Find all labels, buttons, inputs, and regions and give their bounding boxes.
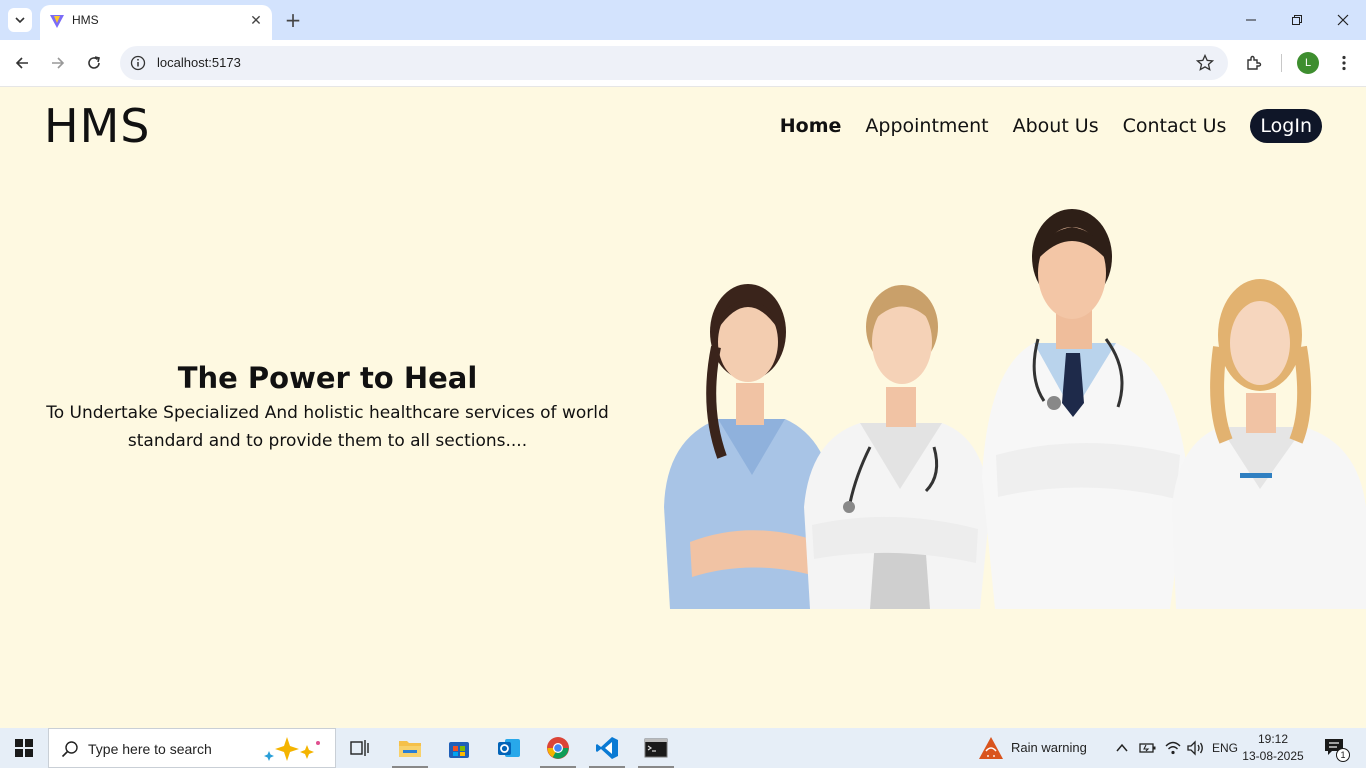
- blonde-doctor-figure: [1172, 279, 1366, 609]
- outlook-icon: [498, 739, 520, 757]
- taskbar-clock[interactable]: 19:12 13-08-2025: [1240, 731, 1306, 765]
- arrow-left-icon: [15, 57, 28, 69]
- restore-button[interactable]: [1274, 6, 1320, 34]
- taskbar-terminal[interactable]: [634, 728, 678, 768]
- taskbar-vscode[interactable]: [585, 728, 629, 768]
- url-text[interactable]: localhost:5173: [157, 55, 241, 70]
- taskbar-search-input[interactable]: Type here to search: [48, 728, 336, 768]
- site-info-icon[interactable]: [130, 55, 146, 71]
- bookmark-star-icon[interactable]: [1196, 54, 1214, 72]
- taskbar-store[interactable]: [437, 728, 481, 768]
- restore-icon: [1292, 15, 1302, 25]
- more-vert-icon: [1342, 55, 1346, 71]
- browser-toolbar: localhost:5173 L: [0, 40, 1366, 87]
- battery-icon[interactable]: [1139, 741, 1157, 755]
- toolbar-divider: [1281, 54, 1282, 72]
- reload-icon: [88, 56, 100, 69]
- extensions-button[interactable]: [1243, 52, 1265, 74]
- browser-tab-hms[interactable]: HMS ✕: [40, 5, 272, 40]
- taskbar-file-explorer[interactable]: [388, 728, 432, 768]
- nav-about-link[interactable]: About Us: [1013, 115, 1099, 137]
- clock-time: 19:12: [1257, 732, 1289, 746]
- windows-logo-icon: [15, 739, 33, 757]
- nav-appointment-link[interactable]: Appointment: [865, 115, 988, 137]
- male-doctor-figure: [982, 209, 1188, 609]
- minimize-icon: [1246, 19, 1256, 21]
- wifi-icon[interactable]: [1164, 740, 1182, 756]
- taskbar-chrome[interactable]: [536, 728, 580, 768]
- page-body: HMS Home Appointment About Us Contact Us…: [0, 87, 1366, 728]
- login-button[interactable]: LogIn: [1250, 109, 1322, 143]
- browser-tabstrip: HMS ✕ +: [0, 0, 1366, 40]
- search-placeholder: Type here to search: [88, 741, 212, 757]
- notification-badge: 1: [1336, 748, 1350, 762]
- folder-icon: [399, 741, 421, 757]
- language-indicator[interactable]: ENG: [1212, 741, 1238, 755]
- tab-close-icon[interactable]: ✕: [248, 13, 264, 29]
- taskbar-outlook[interactable]: [487, 728, 531, 768]
- tab-title: HMS: [72, 13, 99, 27]
- store-icon: [449, 742, 469, 758]
- task-view-icon: [350, 740, 369, 756]
- new-tab-button[interactable]: +: [282, 8, 304, 32]
- clock-date: 13-08-2025: [1242, 749, 1304, 763]
- volume-icon[interactable]: [1186, 740, 1204, 756]
- arrow-right-icon: [52, 57, 65, 69]
- minimize-button[interactable]: [1228, 6, 1274, 34]
- chevron-down-icon: [15, 17, 25, 24]
- forward-button[interactable]: [47, 52, 69, 74]
- doctors-hero-image: [664, 209, 1366, 609]
- female-doctor-figure: [804, 285, 990, 609]
- rain-warning-icon[interactable]: [978, 736, 1004, 760]
- terminal-icon: [644, 738, 668, 758]
- windows-taskbar: Type here to search Rain warning ENG 19:…: [0, 728, 1366, 768]
- hero-subtitle: To Undertake Specialized And holistic he…: [46, 403, 609, 451]
- browser-menu-button[interactable]: [1333, 52, 1355, 74]
- vite-favicon-icon: [50, 15, 64, 28]
- profile-avatar[interactable]: L: [1297, 52, 1319, 74]
- vscode-icon: [596, 737, 618, 759]
- hero-title: The Power to Heal: [177, 361, 478, 395]
- notifications-button[interactable]: 1: [1320, 736, 1352, 762]
- reload-button[interactable]: [83, 52, 105, 74]
- main-nav: Home Appointment About Us Contact Us Log…: [780, 109, 1322, 143]
- nav-home-link[interactable]: Home: [780, 115, 842, 137]
- close-window-button[interactable]: [1320, 6, 1366, 34]
- search-icon: [61, 741, 78, 758]
- site-logo[interactable]: HMS: [44, 99, 150, 153]
- task-view-button[interactable]: [338, 728, 382, 768]
- start-button[interactable]: [0, 728, 48, 768]
- weather-label[interactable]: Rain warning: [1011, 740, 1087, 755]
- chevron-up-icon[interactable]: [1115, 742, 1129, 754]
- sparkle-icon: [264, 737, 320, 761]
- tab-search-button[interactable]: [8, 8, 32, 32]
- address-bar[interactable]: localhost:5173: [120, 46, 1228, 80]
- close-icon: [1337, 14, 1349, 26]
- puzzle-icon: [1247, 55, 1262, 70]
- back-button[interactable]: [11, 52, 33, 74]
- nav-contact-link[interactable]: Contact Us: [1123, 115, 1227, 137]
- chrome-icon: [547, 737, 569, 759]
